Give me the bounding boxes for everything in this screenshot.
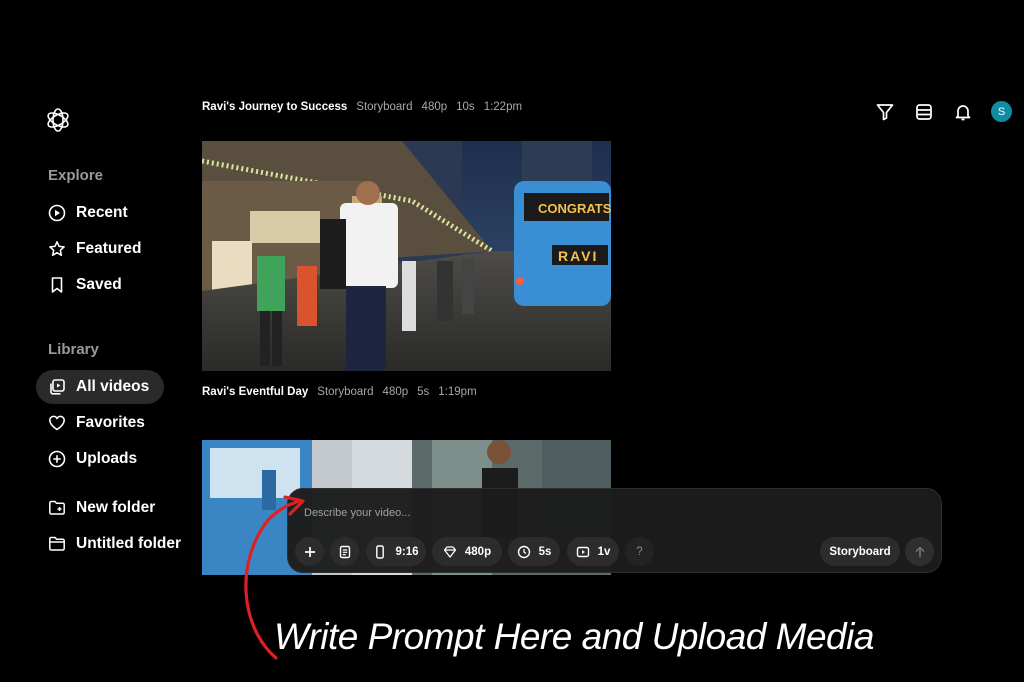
- nav-label: Featured: [76, 240, 142, 257]
- arrow-up-icon: [914, 545, 925, 557]
- help-button[interactable]: ?: [625, 537, 654, 566]
- heart-icon: [49, 415, 65, 431]
- duration-value: 5s: [538, 545, 552, 558]
- document-icon: [339, 545, 350, 558]
- nav-label: Untitled folder: [76, 535, 182, 552]
- nav-label: Favorites: [76, 414, 145, 431]
- library-heading: Library: [48, 341, 99, 358]
- video-duration: 5s: [417, 386, 430, 398]
- bus-name-text: RAVI: [558, 248, 598, 264]
- prompt-input[interactable]: [304, 507, 904, 519]
- video-title[interactable]: Ravi's Eventful Day: [202, 386, 308, 398]
- clock-icon: [517, 545, 530, 558]
- duration-button[interactable]: 5s: [508, 537, 560, 566]
- storyboard-mode-button[interactable]: Storyboard: [820, 537, 900, 566]
- folder-icon: [49, 536, 65, 551]
- video-thumbnail-image: CONGRATS RAVI: [202, 141, 611, 371]
- videos-icon: [50, 379, 65, 395]
- play-circle-icon: [48, 204, 66, 222]
- nav-item-uploads[interactable]: Uploads: [36, 442, 149, 476]
- aspect-ratio-button[interactable]: 9:16: [366, 537, 426, 566]
- video-thumbnail[interactable]: CONGRATS RAVI: [202, 141, 611, 371]
- submit-button[interactable]: [905, 537, 934, 566]
- video-frame-icon: [576, 546, 589, 557]
- variations-value: 1v: [597, 545, 611, 558]
- video-time: 1:19pm: [438, 386, 477, 398]
- nav-label: Saved: [76, 276, 122, 293]
- nav-item-recent[interactable]: Recent: [36, 196, 140, 230]
- nav-item-saved[interactable]: Saved: [36, 268, 134, 302]
- resolution-button[interactable]: 480p: [432, 537, 502, 566]
- video-type: Storyboard: [356, 101, 413, 113]
- filter-icon[interactable]: [875, 102, 895, 122]
- bell-icon[interactable]: [953, 102, 973, 122]
- bus-sign-text: CONGRATS: [538, 201, 611, 216]
- video-type: Storyboard: [317, 386, 374, 398]
- bookmark-icon: [51, 277, 63, 293]
- video-title[interactable]: Ravi's Journey to Success: [202, 101, 347, 113]
- prompt-composer: 9:16 480p 5s 1v ? Storyboard: [287, 488, 942, 573]
- video-duration: 10s: [456, 101, 475, 113]
- video-meta: Ravi's Journey to Success Storyboard 480…: [202, 101, 522, 113]
- nav-label: Recent: [76, 204, 128, 221]
- explore-heading: Explore: [48, 167, 104, 184]
- diamond-icon: [443, 545, 457, 558]
- variations-button[interactable]: 1v: [567, 537, 619, 566]
- app-root: Explore Recent Featured Saved Library Al…: [0, 0, 1024, 682]
- aspect-ratio-value: 9:16: [395, 545, 419, 558]
- nav-item-new-folder[interactable]: New folder: [36, 491, 167, 525]
- storyboard-toggle-button[interactable]: [330, 537, 359, 566]
- openai-logo-icon[interactable]: [45, 107, 71, 133]
- layout-icon[interactable]: [914, 102, 934, 122]
- video-resolution: 480p: [382, 386, 409, 398]
- nav-label: All videos: [76, 378, 150, 395]
- phone-icon: [376, 544, 385, 559]
- video-meta: Ravi's Eventful Day Storyboard 480p 5s 1…: [202, 386, 477, 398]
- nav-item-all-videos[interactable]: All videos: [36, 370, 164, 404]
- folder-plus-icon: [49, 500, 65, 515]
- star-icon: [49, 241, 65, 257]
- annotation-caption: Write Prompt Here and Upload Media: [274, 616, 874, 657]
- nav-label: Uploads: [76, 450, 138, 467]
- video-resolution: 480p: [421, 101, 448, 113]
- avatar[interactable]: S: [991, 101, 1012, 122]
- nav-item-untitled-folder[interactable]: Untitled folder: [36, 527, 193, 561]
- video-time: 1:22pm: [483, 101, 523, 113]
- nav-item-featured[interactable]: Featured: [36, 232, 153, 266]
- resolution-value: 480p: [464, 545, 492, 558]
- nav-item-favorites[interactable]: Favorites: [36, 406, 157, 440]
- plus-circle-icon: [48, 450, 66, 468]
- nav-label: New folder: [76, 499, 156, 516]
